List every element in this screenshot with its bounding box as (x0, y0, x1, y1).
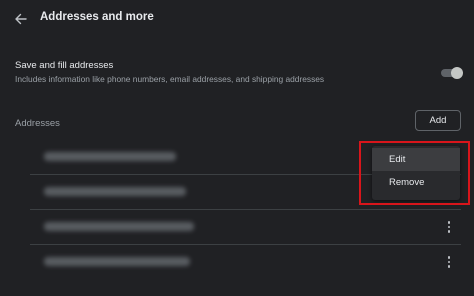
more-actions-button[interactable] (441, 218, 457, 236)
menu-item-remove[interactable]: Remove (372, 171, 460, 194)
more-vert-icon (447, 256, 451, 259)
toggle-knob (451, 67, 463, 79)
addresses-section-label: Addresses (15, 118, 60, 129)
save-fill-setting: Save and fill addresses Includes informa… (0, 55, 474, 91)
more-vert-dot (447, 225, 451, 229)
back-button[interactable] (10, 9, 32, 29)
menu-item-edit[interactable]: Edit (372, 148, 460, 171)
page-header: Addresses and more (0, 0, 474, 38)
add-address-button[interactable]: Add (415, 110, 461, 131)
menu-item-label: Edit (389, 154, 406, 165)
menu-item-label: Remove (389, 177, 425, 188)
obscured-address-text (44, 152, 176, 161)
more-vert-dot (447, 230, 451, 233)
address-context-menu: Edit Remove (372, 146, 460, 200)
more-vert-icon (447, 221, 451, 224)
obscured-address-text (44, 187, 186, 196)
save-fill-title: Save and fill addresses (15, 60, 114, 71)
save-fill-toggle[interactable] (439, 67, 463, 79)
address-row[interactable] (0, 245, 474, 280)
arrow-left-icon (15, 13, 27, 25)
obscured-address-text (44, 222, 194, 231)
more-actions-button[interactable] (441, 253, 457, 271)
obscured-address-text (44, 257, 190, 266)
page-title: Addresses and more (40, 11, 154, 23)
more-vert-dot (447, 265, 451, 268)
address-row[interactable] (0, 210, 474, 245)
more-vert-dot (447, 260, 451, 264)
save-fill-description: Includes information like phone numbers,… (15, 74, 325, 84)
